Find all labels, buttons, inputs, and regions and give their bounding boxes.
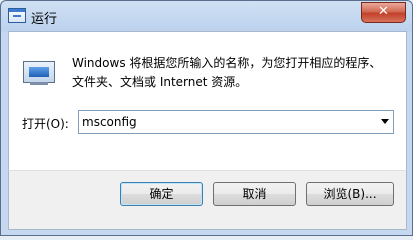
- ok-button[interactable]: 确定: [120, 182, 203, 206]
- open-combobox[interactable]: [78, 110, 394, 134]
- cancel-button[interactable]: 取消: [213, 182, 296, 206]
- description-line-2: 文件夹、文档或 Internet 资源。: [72, 75, 248, 89]
- description-line-1: Windows 将根据您所输入的名称，为您打开相应的程序、: [72, 56, 382, 70]
- run-dialog: 运行 ✕ Windows 将根据您所输入的名称，为您打开相应的程序、 文件夹、文…: [0, 0, 413, 236]
- title-bar[interactable]: 运行 ✕: [1, 1, 412, 31]
- run-app-icon: [8, 8, 26, 23]
- close-button[interactable]: ✕: [361, 2, 406, 23]
- dialog-content: Windows 将根据您所输入的名称，为您打开相应的程序、 文件夹、文档或 In…: [8, 31, 407, 171]
- button-bar: 确定 取消 浏览(B)...: [8, 170, 407, 230]
- chevron-down-icon[interactable]: [381, 119, 389, 124]
- run-icon: [23, 57, 55, 85]
- browse-button[interactable]: 浏览(B)...: [306, 182, 394, 206]
- description-text: Windows 将根据您所输入的名称，为您打开相应的程序、 文件夹、文档或 In…: [72, 54, 392, 92]
- open-label: 打开(O):: [22, 117, 69, 131]
- open-input[interactable]: [79, 111, 372, 133]
- close-icon: ✕: [378, 4, 389, 19]
- window-title: 运行: [31, 12, 58, 27]
